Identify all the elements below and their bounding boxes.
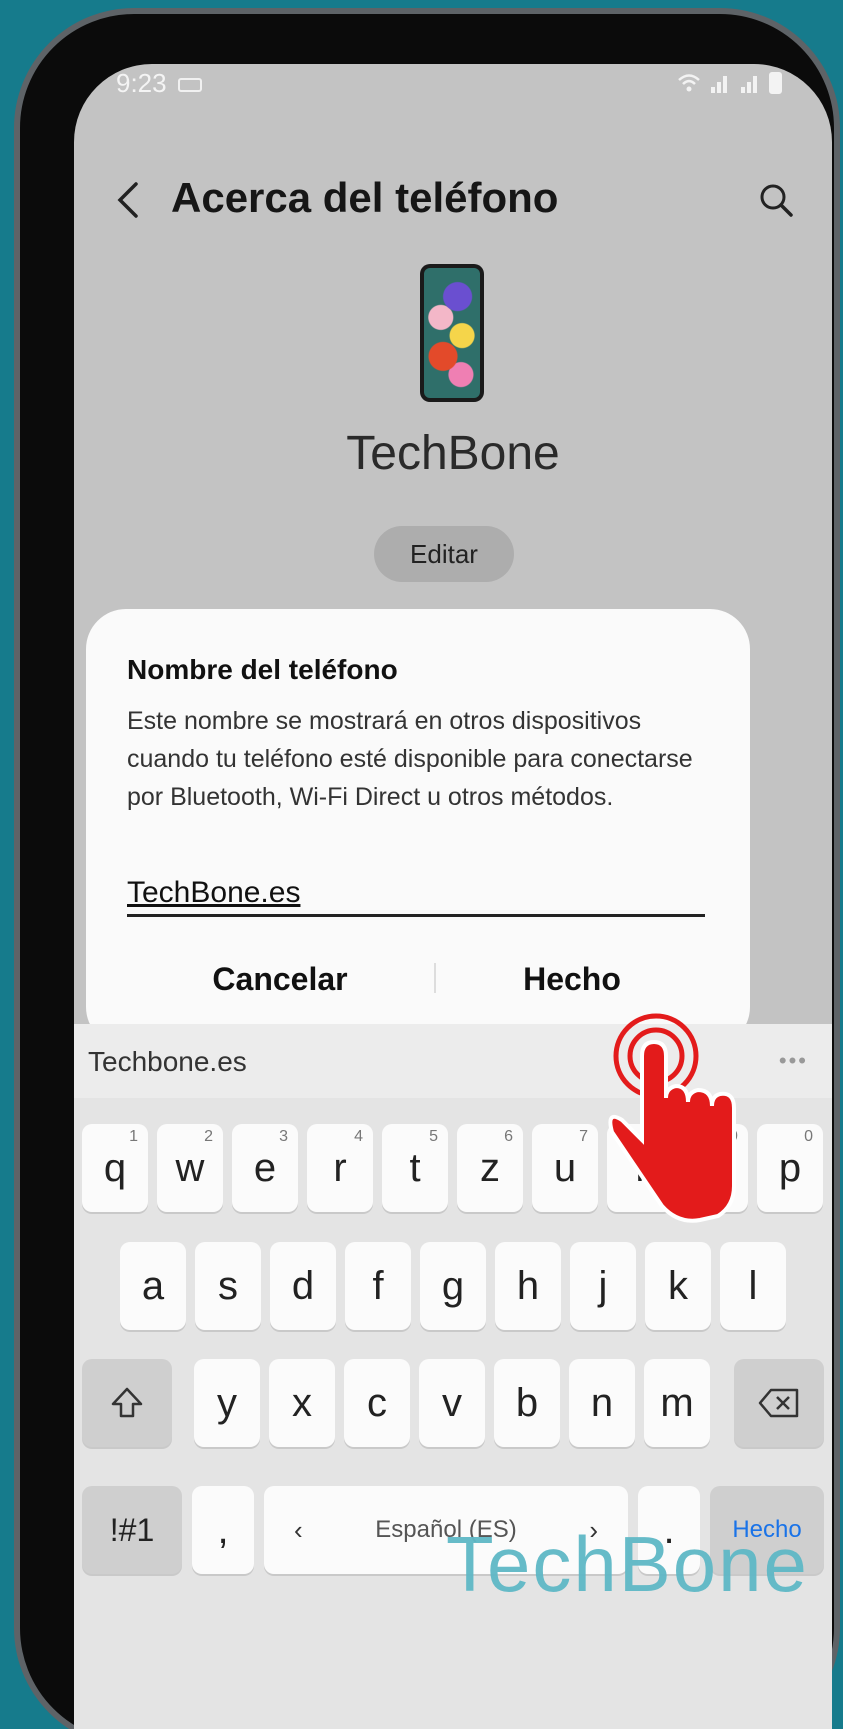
key-t[interactable]: t5 — [382, 1124, 448, 1212]
key-label: r — [333, 1145, 347, 1190]
shift-icon — [111, 1387, 143, 1418]
key-number-hint: 5 — [429, 1128, 438, 1145]
key-v[interactable]: v — [419, 1359, 485, 1447]
dialog-message: Este nombre se mostrará en otros disposi… — [127, 707, 693, 811]
key-n[interactable]: n — [569, 1359, 635, 1447]
key-number-hint: 4 — [354, 1128, 363, 1145]
key-number-hint: 7 — [579, 1128, 588, 1145]
status-bar: 9:23 — [74, 64, 832, 116]
key-x[interactable]: x — [269, 1359, 335, 1447]
shift-key[interactable] — [82, 1359, 172, 1447]
watermark-text: TechBone — [446, 1520, 809, 1608]
backspace-key[interactable] — [734, 1359, 824, 1447]
key-w[interactable]: w2 — [157, 1124, 223, 1212]
edit-button[interactable]: Editar — [374, 526, 514, 582]
done-button[interactable]: Hecho — [422, 949, 722, 1009]
key-k[interactable]: k — [645, 1242, 711, 1330]
signal-icon — [739, 73, 761, 93]
dialog-title: Nombre del teléfono — [127, 654, 398, 685]
key-label: q — [103, 1145, 127, 1190]
key-number-hint: 3 — [279, 1128, 288, 1145]
language-prev-icon: ‹ — [294, 1514, 303, 1545]
key-number-hint: 0 — [804, 1128, 813, 1145]
key-r[interactable]: r4 — [307, 1124, 373, 1212]
phone-name-input[interactable] — [127, 871, 705, 917]
key-number-hint: 1 — [129, 1128, 138, 1145]
key-f[interactable]: f — [345, 1242, 411, 1330]
screen: 9:23 Acerca del teléfono TechBone Editar… — [74, 64, 832, 1729]
phone-frame: 9:23 Acerca del teléfono TechBone Editar… — [14, 8, 840, 1729]
status-icons — [677, 72, 782, 94]
device-image — [420, 264, 484, 402]
key-m[interactable]: m — [644, 1359, 710, 1447]
key-h[interactable]: h — [495, 1242, 561, 1330]
key-label: z — [480, 1145, 500, 1190]
key-l[interactable]: l — [720, 1242, 786, 1330]
status-time: 9:23 — [116, 68, 167, 98]
key-s[interactable]: s — [195, 1242, 261, 1330]
suggestion-word[interactable]: Techbone.es — [88, 1046, 247, 1078]
tap-gesture-icon — [608, 1013, 736, 1223]
wifi-icon — [678, 74, 700, 92]
key-u[interactable]: u7 — [532, 1124, 598, 1212]
key-y[interactable]: y — [194, 1359, 260, 1447]
key-j[interactable]: j — [570, 1242, 636, 1330]
key-label: e — [253, 1145, 277, 1190]
key-number-hint: 2 — [204, 1128, 213, 1145]
title-bar: Acerca del teléfono — [74, 164, 832, 244]
key-p[interactable]: p0 — [757, 1124, 823, 1212]
more-options-icon[interactable]: ••• — [779, 1048, 808, 1074]
search-icon[interactable] — [758, 182, 794, 218]
back-arrow-icon[interactable] — [110, 180, 150, 220]
key-z[interactable]: z6 — [457, 1124, 523, 1212]
key-label: p — [778, 1145, 802, 1190]
key-label: t — [409, 1145, 421, 1190]
device-name: TechBone — [346, 427, 560, 480]
key-e[interactable]: e3 — [232, 1124, 298, 1212]
key-label: u — [553, 1145, 577, 1190]
key-number-hint: 6 — [504, 1128, 513, 1145]
rename-dialog: Nombre del teléfono Este nombre se mostr… — [86, 609, 750, 1047]
backspace-icon — [758, 1388, 799, 1418]
symbols-key[interactable]: !#1 — [82, 1486, 182, 1574]
comma-key[interactable]: , — [192, 1486, 254, 1574]
page-title: Acerca del teléfono — [171, 174, 559, 221]
keyboard-status-icon — [178, 78, 202, 92]
signal-icon — [709, 73, 731, 93]
battery-icon — [769, 72, 782, 94]
key-label: w — [175, 1145, 205, 1190]
key-b[interactable]: b — [494, 1359, 560, 1447]
cancel-button[interactable]: Cancelar — [130, 949, 430, 1009]
key-g[interactable]: g — [420, 1242, 486, 1330]
key-q[interactable]: q1 — [82, 1124, 148, 1212]
key-c[interactable]: c — [344, 1359, 410, 1447]
key-d[interactable]: d — [270, 1242, 336, 1330]
key-a[interactable]: a — [120, 1242, 186, 1330]
